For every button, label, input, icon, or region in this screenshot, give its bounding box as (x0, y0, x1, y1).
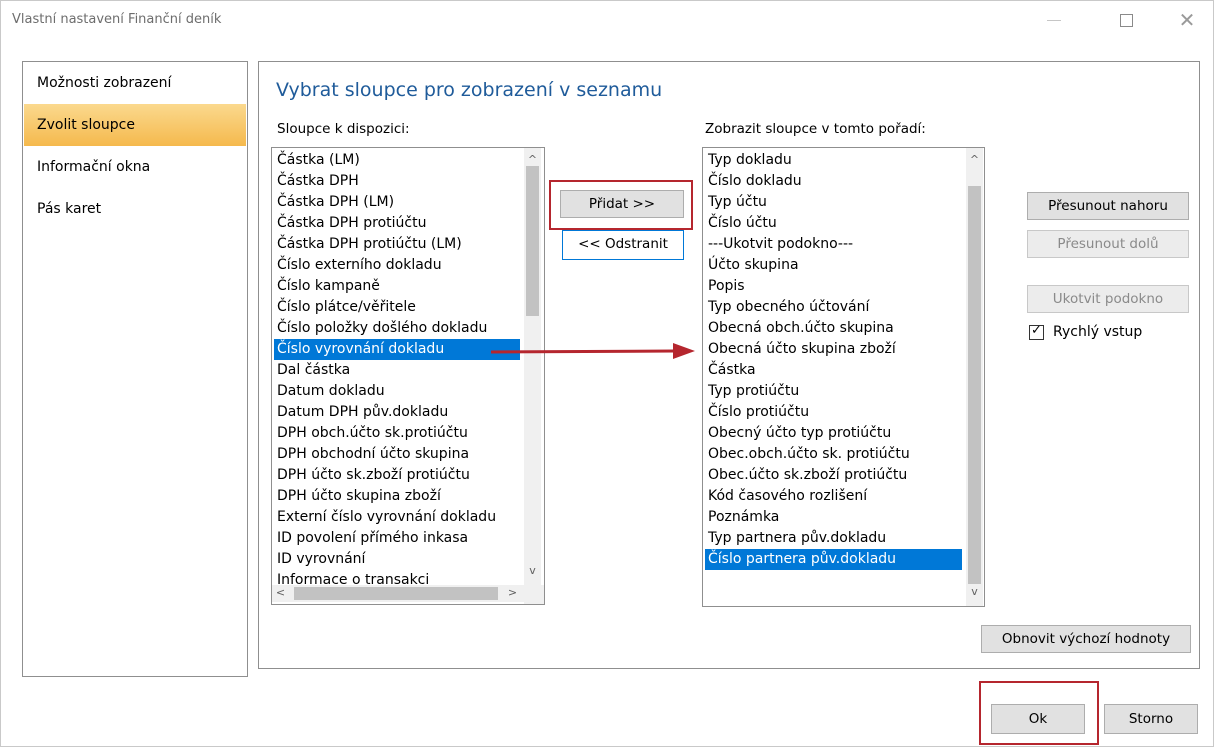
list-item[interactable]: Obecná účto skupina zboží (705, 339, 962, 360)
move-up-button[interactable]: Přesunout nahoru (1027, 192, 1189, 220)
list-item[interactable]: Obecný účto typ protiúčtu (705, 423, 962, 444)
scroll-down-icon[interactable]: v (966, 585, 983, 598)
nav-item-display-options[interactable]: Možnosti zobrazení (24, 62, 246, 104)
reset-defaults-button[interactable]: Obnovit výchozí hodnoty (981, 625, 1191, 653)
remove-button[interactable]: << Odstranit (562, 230, 684, 260)
shown-columns-label: Zobrazit sloupce v tomto pořadí: (705, 121, 926, 137)
list-item[interactable]: Částka (LM) (274, 150, 520, 171)
cancel-button[interactable]: Storno (1104, 704, 1198, 734)
panel-title: Vybrat sloupce pro zobrazení v seznamu (276, 79, 663, 101)
list-item[interactable]: Číslo externího dokladu (274, 255, 520, 276)
scroll-up-icon[interactable]: ^ (524, 153, 541, 166)
nav-item-choose-columns[interactable]: Zvolit sloupce (24, 104, 246, 146)
list-item[interactable]: Číslo dokladu (705, 171, 962, 192)
list-item[interactable]: Částka DPH (274, 171, 520, 192)
scrollbar-thumb[interactable] (526, 166, 539, 316)
shown-columns-list[interactable]: Typ dokladu Číslo dokladu Typ účtu Číslo úč… (702, 147, 985, 607)
scroll-down-icon[interactable]: v (524, 564, 541, 577)
add-button[interactable]: Přidat >> (560, 190, 684, 218)
list-item[interactable]: Číslo položky došlého dokladu (274, 318, 520, 339)
list-item[interactable]: DPH obch.účto sk.protiúčtu (274, 423, 520, 444)
horizontal-scrollbar-thumb[interactable] (294, 587, 498, 600)
list-item[interactable]: Typ účtu (705, 192, 962, 213)
annotation-arrow-icon (490, 343, 695, 359)
list-item[interactable]: Číslo protiúčtu (705, 402, 962, 423)
list-item[interactable]: Dal částka (274, 360, 520, 381)
nav-item-factboxes[interactable]: Informační okna (24, 146, 246, 188)
shown-vertical-scrollbar[interactable]: ^ v (966, 148, 983, 606)
list-item[interactable]: ---Ukotvit podokno--- (705, 234, 962, 255)
list-item[interactable]: Účto skupina (705, 255, 962, 276)
available-columns-label: Sloupce k dispozici: (277, 121, 410, 137)
list-item[interactable]: Číslo vyrovnání dokladu (274, 339, 520, 360)
list-item[interactable]: Částka (705, 360, 962, 381)
list-item[interactable]: Číslo plátce/věřitele (274, 297, 520, 318)
list-item[interactable]: Datum DPH pův.dokladu (274, 402, 520, 423)
list-item[interactable]: DPH účto sk.zboží protiúčtu (274, 465, 520, 486)
quick-entry-label: Rychlý vstup (1053, 324, 1143, 340)
list-item[interactable]: Kód časového rozlišení (705, 486, 962, 507)
quick-entry-checkbox[interactable]: ✓ (1029, 323, 1044, 340)
list-item[interactable]: Externí číslo vyrovnání dokladu (274, 507, 520, 528)
list-item[interactable]: Částka DPH protiúčtu (274, 213, 520, 234)
available-vertical-scrollbar[interactable]: ^ v (524, 148, 541, 585)
list-item[interactable]: Číslo kampaně (274, 276, 520, 297)
freeze-pane-button[interactable]: Ukotvit podokno (1027, 285, 1189, 313)
list-item[interactable]: Datum dokladu (274, 381, 520, 402)
list-item[interactable]: ID vyrovnání (274, 549, 520, 570)
minimize-icon[interactable] (1035, 9, 1075, 33)
scroll-right-icon[interactable]: > (504, 586, 521, 599)
window-title: Vlastní nastavení Finanční deník (12, 12, 222, 27)
close-icon[interactable]: ✕ (1167, 9, 1207, 33)
list-item[interactable]: DPH obchodní účto skupina (274, 444, 520, 465)
list-item[interactable]: Číslo partnera pův.dokladu (705, 549, 962, 570)
list-item[interactable]: Popis (705, 276, 962, 297)
checkmark-icon: ✓ (1031, 323, 1042, 338)
maximize-icon[interactable] (1107, 9, 1147, 33)
list-item[interactable]: Obec.obch.účto sk. protiúčtu (705, 444, 962, 465)
list-item[interactable]: Poznámka (705, 507, 962, 528)
ok-button[interactable]: Ok (991, 704, 1085, 734)
list-item[interactable]: Typ protiúčtu (705, 381, 962, 402)
list-item[interactable]: Typ partnera pův.dokladu (705, 528, 962, 549)
scroll-left-icon[interactable]: < (272, 586, 289, 599)
available-horizontal-scrollbar[interactable]: < > (272, 585, 524, 602)
list-item[interactable]: Obecná obch.účto skupina (705, 318, 962, 339)
list-item[interactable]: Obec.účto sk.zboží protiúčtu (705, 465, 962, 486)
dialog-window: Vlastní nastavení Finanční deník ✕ Možno… (0, 0, 1214, 747)
list-item[interactable]: ID povolení přímého inkasa (274, 528, 520, 549)
list-item[interactable]: Částka DPH (LM) (274, 192, 520, 213)
list-item[interactable]: Typ dokladu (705, 150, 962, 171)
list-item[interactable]: Částka DPH protiúčtu (LM) (274, 234, 520, 255)
list-item[interactable]: Typ obecného účtování (705, 297, 962, 318)
list-item[interactable]: Číslo účtu (705, 213, 962, 234)
list-item[interactable]: DPH účto skupina zboží (274, 486, 520, 507)
scroll-up-icon[interactable]: ^ (966, 153, 983, 166)
move-down-button[interactable]: Přesunout dolů (1027, 230, 1189, 258)
available-columns-list[interactable]: Částka (LM) Částka DPH Částka DPH (LM) Část… (271, 147, 545, 605)
title-bar: Vlastní nastavení Finanční deník ✕ (1, 1, 1213, 41)
scrollbar-thumb[interactable] (968, 186, 981, 584)
choose-columns-panel: Vybrat sloupce pro zobrazení v seznamu S… (258, 61, 1200, 669)
scrollbar-corner (524, 585, 544, 604)
nav-item-ribbon[interactable]: Pás karet (24, 188, 246, 230)
settings-nav: Možnosti zobrazení Zvolit sloupce Inform… (22, 61, 248, 677)
